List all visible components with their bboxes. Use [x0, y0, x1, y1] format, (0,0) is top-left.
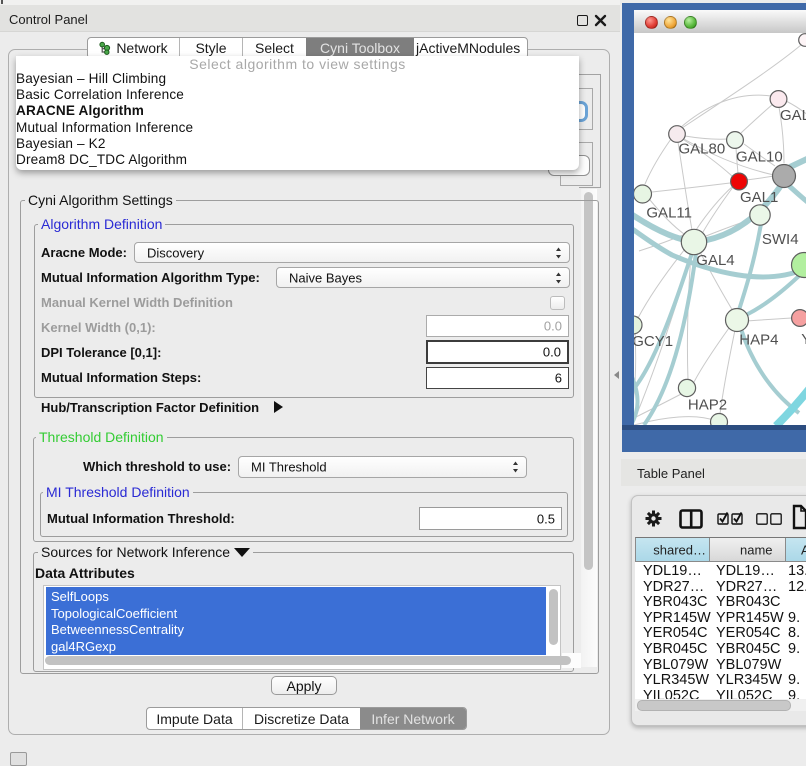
svg-text:GCY1: GCY1: [634, 333, 673, 350]
svg-text:Y: Y: [801, 331, 806, 348]
svg-text:GAL1: GAL1: [740, 189, 778, 206]
svg-text:GAL80: GAL80: [679, 141, 726, 158]
svg-text:GAL11: GAL11: [646, 205, 692, 222]
svg-text:GAL4: GAL4: [696, 252, 734, 269]
svg-text:GAL10: GAL10: [736, 149, 783, 166]
svg-text:SWI4: SWI4: [762, 231, 799, 248]
svg-text:HAP4: HAP4: [739, 332, 778, 349]
svg-text:GAL: GAL: [780, 107, 806, 124]
svg-text:HAP2: HAP2: [688, 397, 727, 414]
